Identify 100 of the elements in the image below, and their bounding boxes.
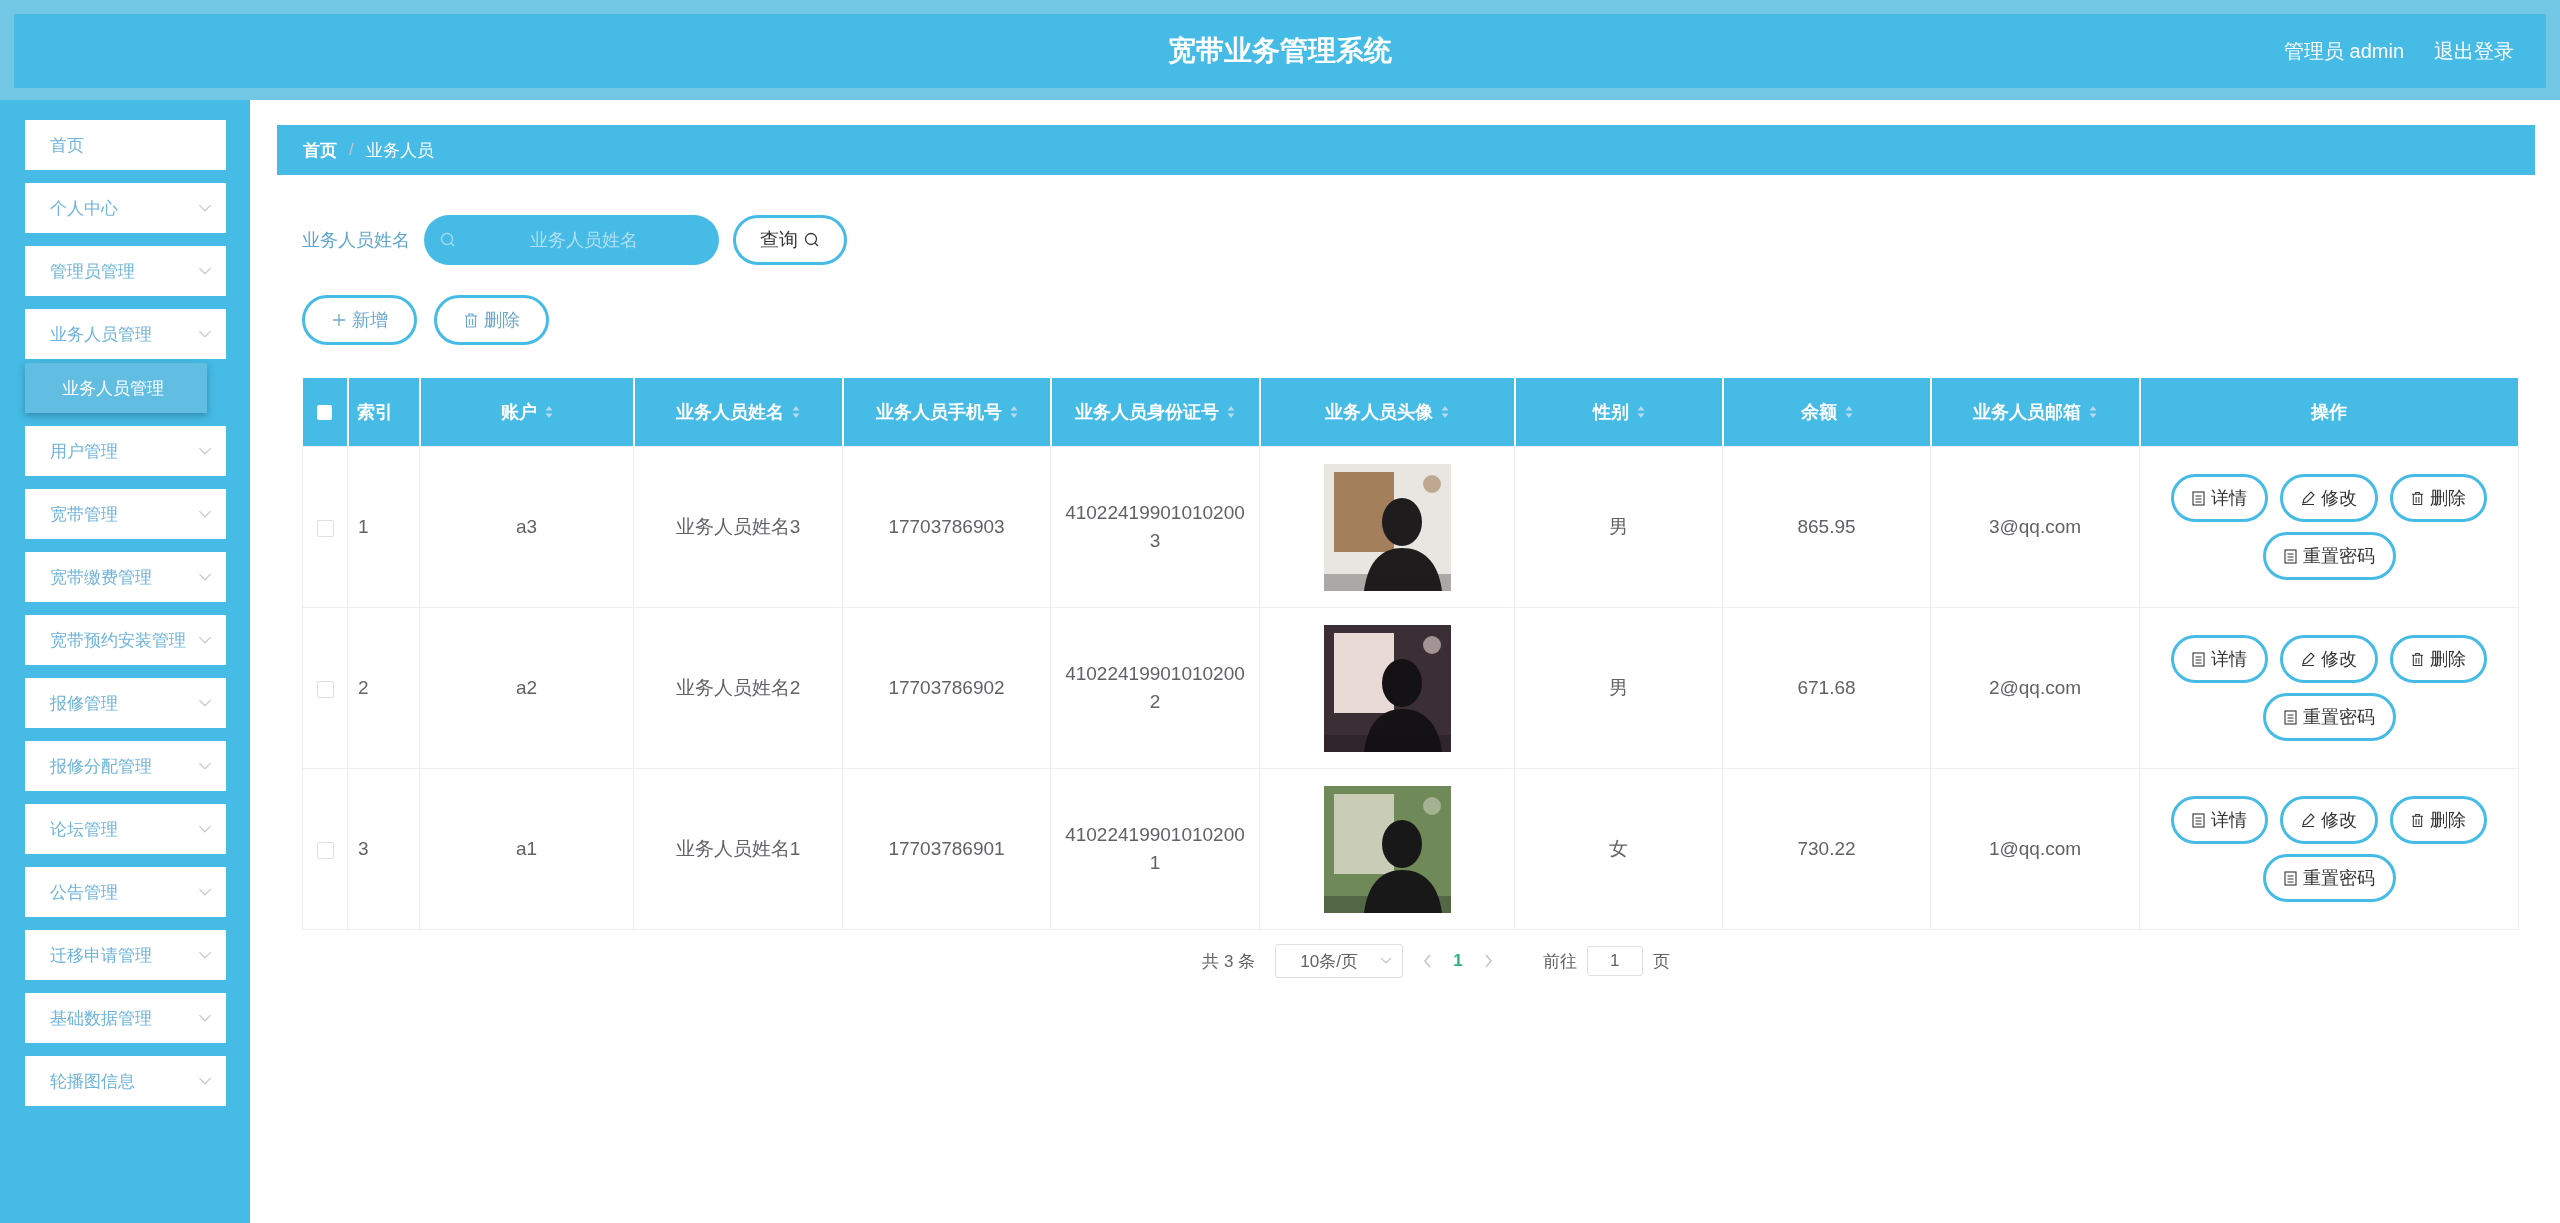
previous-page-icon[interactable] [1423, 954, 1434, 968]
menu-label: 报修管理 [50, 692, 118, 715]
column-header[interactable]: 业务人员头像 [1259, 378, 1515, 447]
detail-button[interactable]: 重置密码 [2262, 854, 2396, 902]
chevron-down-icon [198, 509, 212, 519]
detail-button[interactable]: 重置密码 [2262, 532, 2396, 580]
delete-button[interactable]: 删除 [2390, 474, 2487, 522]
menu-item[interactable]: 轮播图信息 [25, 1056, 226, 1106]
sort-icon[interactable] [1227, 405, 1235, 419]
table-cell: 2@qq.com [1930, 607, 2140, 769]
search-field[interactable]: 业务人员姓名 [424, 215, 719, 265]
page-input[interactable]: 1 [1586, 946, 1643, 976]
table-cell: a1 [419, 768, 634, 930]
column-header[interactable]: 账户 [419, 378, 634, 447]
menu-item[interactable]: 宽带管理 [25, 489, 226, 539]
breadcrumb-separator: / [349, 140, 354, 160]
delete-button[interactable]: 删除 [2390, 635, 2487, 683]
sort-icon[interactable] [792, 405, 800, 419]
menu-item[interactable]: 个人中心 [25, 183, 226, 233]
table-cell: 业务人员姓名1 [633, 768, 843, 930]
menu-item[interactable]: 论坛管理 [25, 804, 226, 854]
column-header[interactable]: 业务人员手机号 [842, 378, 1051, 447]
menu-item[interactable]: 基础数据管理 [25, 993, 226, 1043]
chevron-down-icon [198, 572, 212, 582]
table-cell: 3@qq.com [1930, 446, 2140, 608]
breadcrumb-item: 业务人员 [365, 139, 434, 162]
column-header[interactable]: 业务人员身份证号 [1050, 378, 1260, 447]
detail-button[interactable]: 详情 [2171, 635, 2268, 683]
row-checkbox[interactable] [316, 680, 334, 698]
add-button[interactable]: 新增 [302, 295, 417, 345]
next-page-icon[interactable] [1482, 954, 1493, 968]
column-header[interactable]: 余额 [1722, 378, 1931, 447]
detail-button[interactable]: 重置密码 [2262, 693, 2396, 741]
chevron-down-icon [198, 887, 212, 897]
chevron-down-icon [198, 266, 212, 276]
table-cell: 男 [1514, 607, 1723, 769]
menu-label: 迁移申请管理 [50, 944, 152, 967]
table-cell: 410224199010102003 [1050, 446, 1260, 608]
column-header[interactable]: 性别 [1514, 378, 1723, 447]
column-header[interactable]: 业务人员姓名 [633, 378, 843, 447]
detail-button[interactable]: 详情 [2171, 796, 2268, 844]
edit-button[interactable]: 修改 [2280, 796, 2378, 844]
sort-icon[interactable] [1009, 405, 1018, 419]
logout-link[interactable]: 退出登录 [2434, 37, 2514, 65]
edit-button[interactable]: 修改 [2280, 635, 2378, 683]
breadcrumb-item[interactable]: 首页 [303, 138, 337, 162]
table-cell: 女 [1514, 768, 1723, 930]
table-cell: 1 [347, 446, 420, 608]
detail-button[interactable]: 详情 [2171, 474, 2268, 522]
table-cell: 男 [1514, 446, 1723, 608]
chevron-down-icon [198, 698, 212, 708]
page-number[interactable]: 1 [1453, 951, 1463, 971]
row-checkbox[interactable] [316, 841, 334, 859]
menu-label: 宽带缴费管理 [50, 566, 152, 589]
table-cell: 业务人员姓名3 [633, 446, 843, 608]
chevron-down-icon [198, 1013, 212, 1023]
menu-item[interactable]: 宽带缴费管理 [25, 552, 226, 602]
sort-icon[interactable] [544, 405, 553, 419]
pencil-icon [2301, 813, 2315, 827]
delete-button[interactable]: 删除 [434, 295, 549, 345]
chevron-down-icon [198, 824, 212, 834]
submenu-item[interactable]: 业务人员管理 [25, 363, 207, 413]
goto-label: 前往 [1542, 950, 1577, 973]
trash-icon [2411, 490, 2424, 506]
document-icon [2192, 812, 2205, 828]
table-cell: a2 [419, 607, 634, 769]
app-title: 宽带业务管理系统 [1168, 34, 1392, 68]
menu-item[interactable]: 首页 [25, 120, 226, 170]
chevron-down-icon [198, 446, 212, 456]
document-icon [2283, 709, 2297, 725]
sort-icon[interactable] [2089, 405, 2097, 419]
delete-button[interactable]: 删除 [2390, 796, 2487, 844]
menu-item[interactable]: 报修管理 [25, 678, 226, 728]
menu-item[interactable]: 宽带预约安装管理 [25, 615, 226, 665]
search-label: 业务人员姓名 [302, 229, 410, 252]
menu-label: 论坛管理 [50, 818, 118, 841]
menu-item[interactable]: 迁移申请管理 [25, 930, 226, 980]
menu-item[interactable]: 用户管理 [25, 426, 226, 476]
menu-item[interactable]: 管理员管理 [25, 246, 226, 296]
menu-item[interactable]: 业务人员管理 [25, 309, 226, 359]
table-cell: 17703786902 [842, 607, 1051, 769]
sort-icon[interactable] [1636, 405, 1645, 419]
sort-icon[interactable] [1844, 405, 1853, 419]
page-size-select[interactable]: 10条/页 [1275, 944, 1404, 978]
menu-item[interactable]: 公告管理 [25, 867, 226, 917]
chevron-down-icon [198, 761, 212, 771]
total-count: 共 3 条 [1202, 950, 1256, 973]
table-cell: 17703786901 [842, 768, 1051, 930]
table-cell: 业务人员姓名2 [633, 607, 843, 769]
select-all-checkbox[interactable] [317, 405, 332, 421]
edit-button[interactable]: 修改 [2280, 474, 2378, 522]
sort-icon[interactable] [1441, 405, 1449, 419]
row-checkbox[interactable] [316, 519, 334, 537]
menu-label: 管理员管理 [50, 260, 135, 283]
query-button[interactable]: 查询 [733, 215, 847, 265]
menu-item[interactable]: 报修分配管理 [25, 741, 226, 791]
trash-icon [2411, 812, 2424, 828]
menu-label: 报修分配管理 [50, 755, 152, 778]
column-header[interactable]: 业务人员邮箱 [1930, 378, 2140, 447]
chevron-down-icon [198, 950, 212, 960]
